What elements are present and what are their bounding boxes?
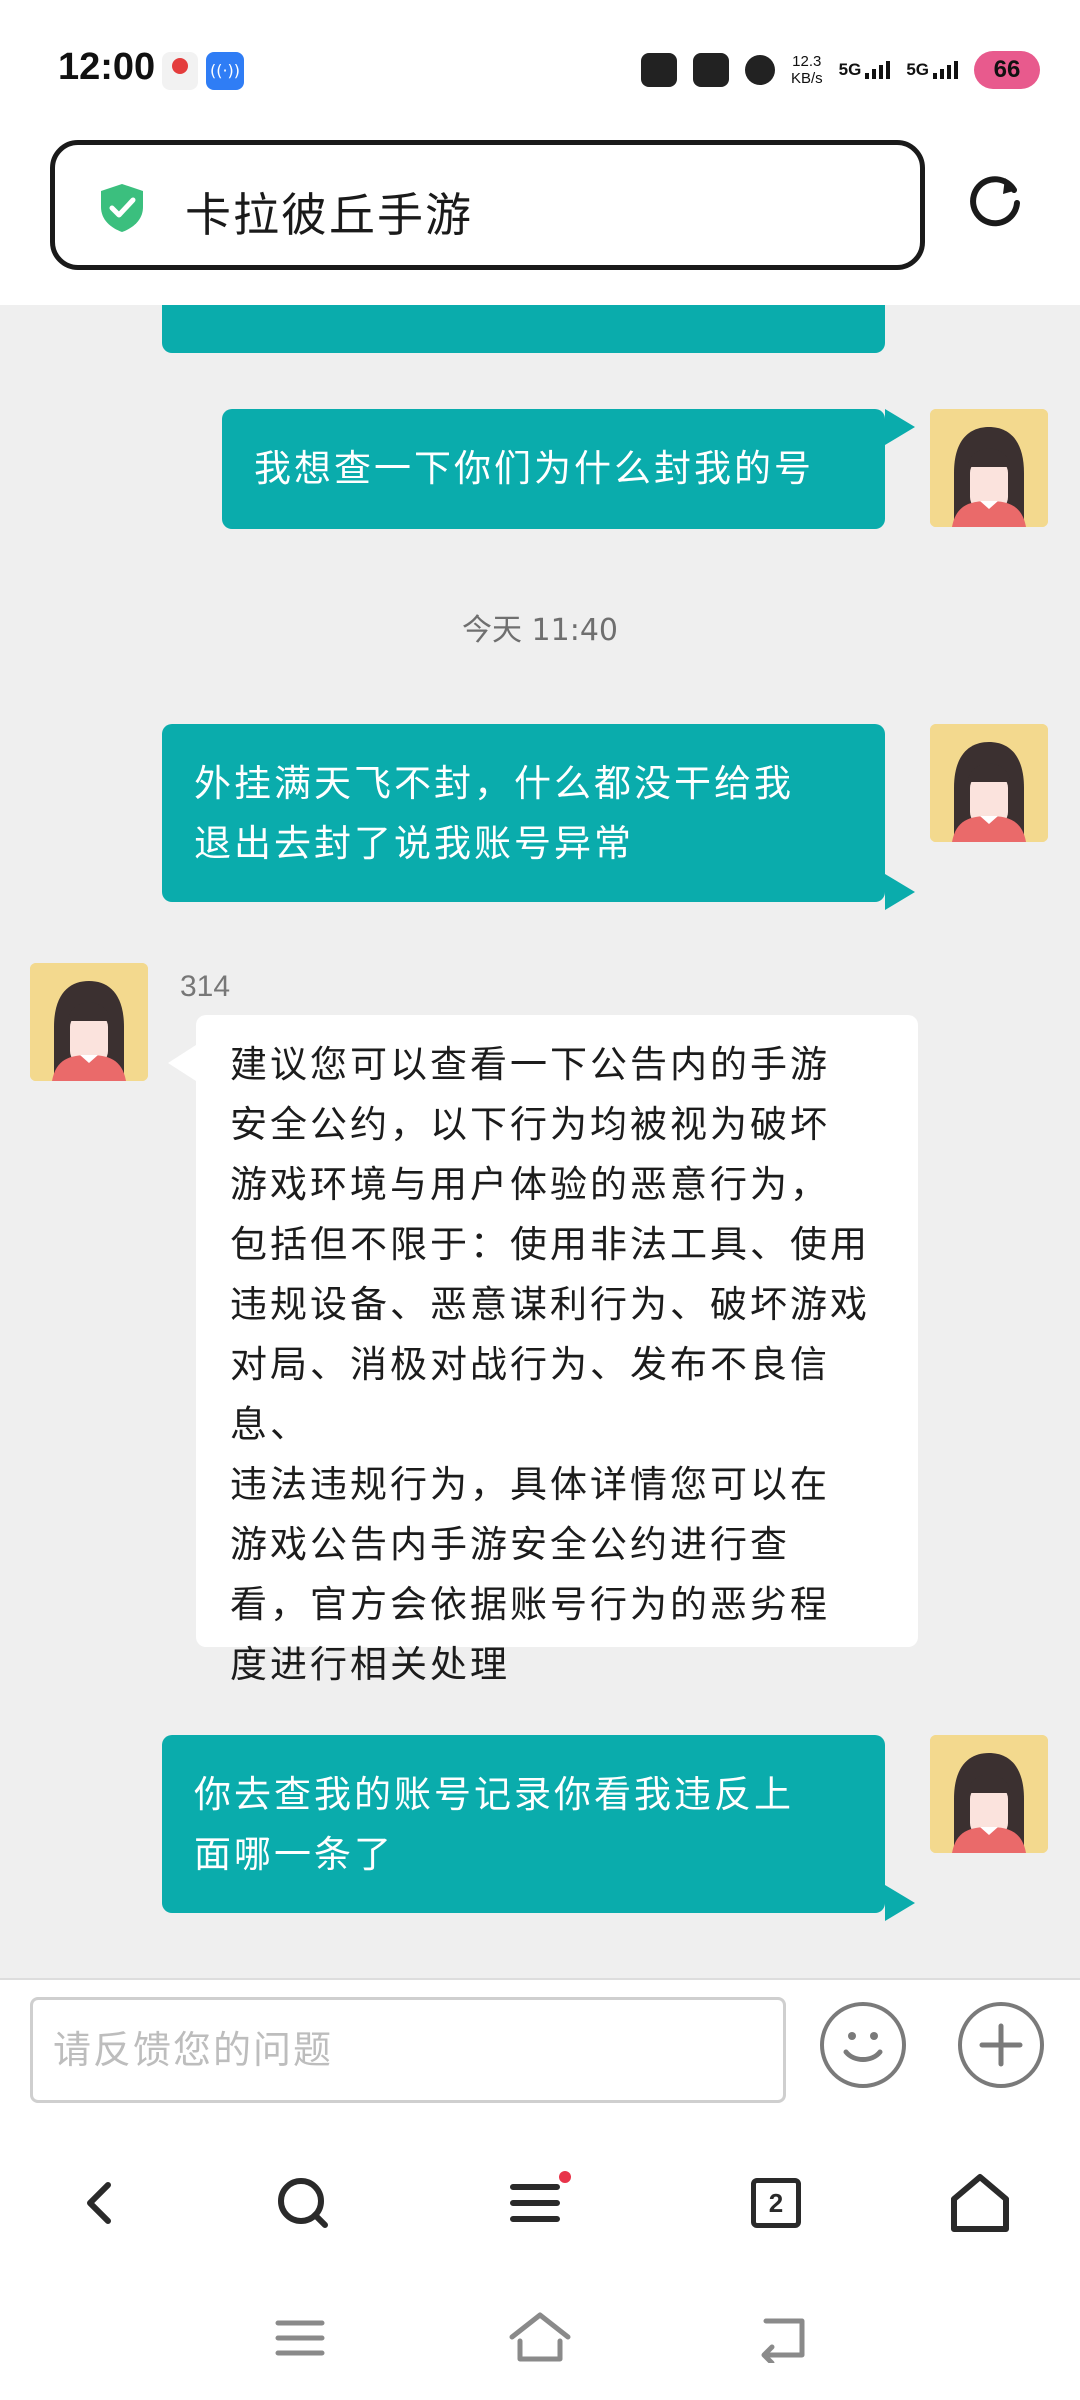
address-bar-row: 卡拉彼丘手游 [0, 130, 1080, 305]
message-text-line: 看，官方会依据账号行为的恶劣程 [230, 1583, 830, 1626]
home-button[interactable] [930, 2153, 1030, 2253]
message-text-line: 建议您可以查看一下公告内的手游 [230, 1043, 830, 1086]
menu-icon [510, 2171, 571, 2222]
net-speed-value: 12.3 [792, 53, 822, 70]
address-bar[interactable]: 卡拉彼丘手游 [50, 140, 925, 270]
tab-count-icon: 2 [751, 2178, 801, 2228]
recent-apps-icon [275, 2320, 325, 2356]
message-text-line: 游戏公告内手游安全公约进行查 [230, 1523, 790, 1566]
recent-apps-button[interactable] [260, 2303, 340, 2373]
signal-1: 5G [839, 61, 891, 79]
return-icon [761, 2318, 805, 2363]
chat-area[interactable]: 我想查一下你们为什么封我的号 今天 11:40 外挂满天飞不封，什么都没干给我 … [0, 305, 1080, 1978]
message-text-line: 违法违规行为，具体详情您可以在 [230, 1463, 830, 1506]
pet-icon [744, 55, 775, 85]
network-type-2: 5G [906, 60, 929, 79]
user-avatar[interactable] [930, 724, 1048, 842]
tabs-button[interactable]: 2 [726, 2153, 826, 2253]
notification-dot [559, 2171, 571, 2183]
search-icon [278, 2178, 328, 2228]
browser-toolbar: 2 [0, 2123, 1080, 2283]
message-text-line: 包括但不限于：使用非法工具、使用 [230, 1223, 870, 1266]
message-text-line: 面哪一条了 [194, 1833, 394, 1876]
previous-message-bubble-partial [162, 305, 885, 353]
system-back-button[interactable] [740, 2303, 820, 2373]
status-bar: 12:00 ((·)) 12.3 KB/s 5G 5G 66 [0, 0, 1080, 130]
map-app-notification-icon [162, 52, 198, 90]
smiley-icon [843, 2032, 883, 2062]
reload-icon[interactable] [965, 170, 1025, 230]
signal-2: 5G [906, 61, 958, 79]
message-text-line: 游戏环境与用户体验的恶意行为， [230, 1163, 830, 1206]
user-avatar[interactable] [930, 409, 1048, 527]
user-message-bubble: 外挂满天飞不封，什么都没干给我 退出去封了说我账号异常 [162, 724, 915, 910]
speedometer-icon [692, 53, 729, 87]
agent-name: 314 [180, 970, 231, 1003]
broadcast-app-notification-icon: ((·)) [206, 52, 244, 90]
user-message-bubble: 你去查我的账号记录你看我违反上 面哪一条了 [162, 1735, 915, 1921]
network-type-1: 5G [838, 60, 862, 79]
net-speed-unit: KB/s [790, 70, 823, 87]
agent-avatar[interactable] [30, 963, 148, 1081]
battery-indicator: 66 [974, 51, 1054, 89]
system-navigation-bar [0, 2283, 1080, 2400]
alarm-icon [640, 53, 677, 87]
chevron-left-icon [87, 2182, 111, 2224]
message-text-line: 安全公约，以下行为均被视为破坏 [230, 1103, 830, 1146]
message-text-line: 违规设备、恶意谋利行为、破坏游戏 [230, 1283, 870, 1326]
feedback-input[interactable] [30, 1997, 786, 2103]
message-text-line: 退出去封了说我账号异常 [194, 822, 634, 865]
message-text-line: 度进行相关处理 [230, 1643, 510, 1686]
girl-avatar-icon [930, 1735, 1048, 1853]
search-button[interactable] [253, 2153, 353, 2253]
status-indicators: 12.3 KB/s 5G 5G 66 [640, 48, 1054, 92]
message-text: 我想查一下你们为什么封我的号 [254, 447, 814, 490]
emoji-button[interactable] [820, 2002, 906, 2088]
signal-bars-icon [933, 61, 958, 79]
system-home-button[interactable] [500, 2303, 580, 2373]
network-speed: 12.3 KB/s [791, 53, 823, 87]
status-time: 12:00 [58, 46, 156, 88]
signal-bars-icon [865, 61, 891, 79]
message-text-line: 外挂满天飞不封，什么都没干给我 [194, 762, 794, 805]
chat-timestamp: 今天 11:40 [462, 613, 618, 648]
menu-button[interactable] [490, 2153, 590, 2253]
agent-message-bubble: 建议您可以查看一下公告内的手游 安全公约，以下行为均被视为破坏 游戏环境与用户体… [168, 1015, 918, 1686]
girl-avatar-icon [30, 963, 148, 1081]
user-avatar[interactable] [930, 1735, 1048, 1853]
message-text-line: 对局、消极对战行为、发布不良信息、 [230, 1343, 830, 1446]
girl-avatar-icon [930, 409, 1048, 527]
shield-check-icon [101, 184, 143, 232]
page-title: 卡拉彼丘手游 [185, 188, 473, 242]
girl-avatar-icon [930, 724, 1048, 842]
system-home-icon [509, 2312, 571, 2362]
user-message-bubble: 我想查一下你们为什么封我的号 [222, 409, 915, 529]
plus-icon [979, 2023, 1023, 2067]
add-attachment-button[interactable] [958, 2002, 1044, 2088]
screen: 12:00 ((·)) 12.3 KB/s 5G 5G 66 卡拉彼丘手游 我想… [0, 0, 1080, 2400]
home-icon [951, 2174, 1009, 2232]
message-input-bar [0, 1978, 1080, 2123]
message-text-line: 你去查我的账号记录你看我违反上 [194, 1773, 794, 1816]
back-button[interactable] [50, 2153, 150, 2253]
